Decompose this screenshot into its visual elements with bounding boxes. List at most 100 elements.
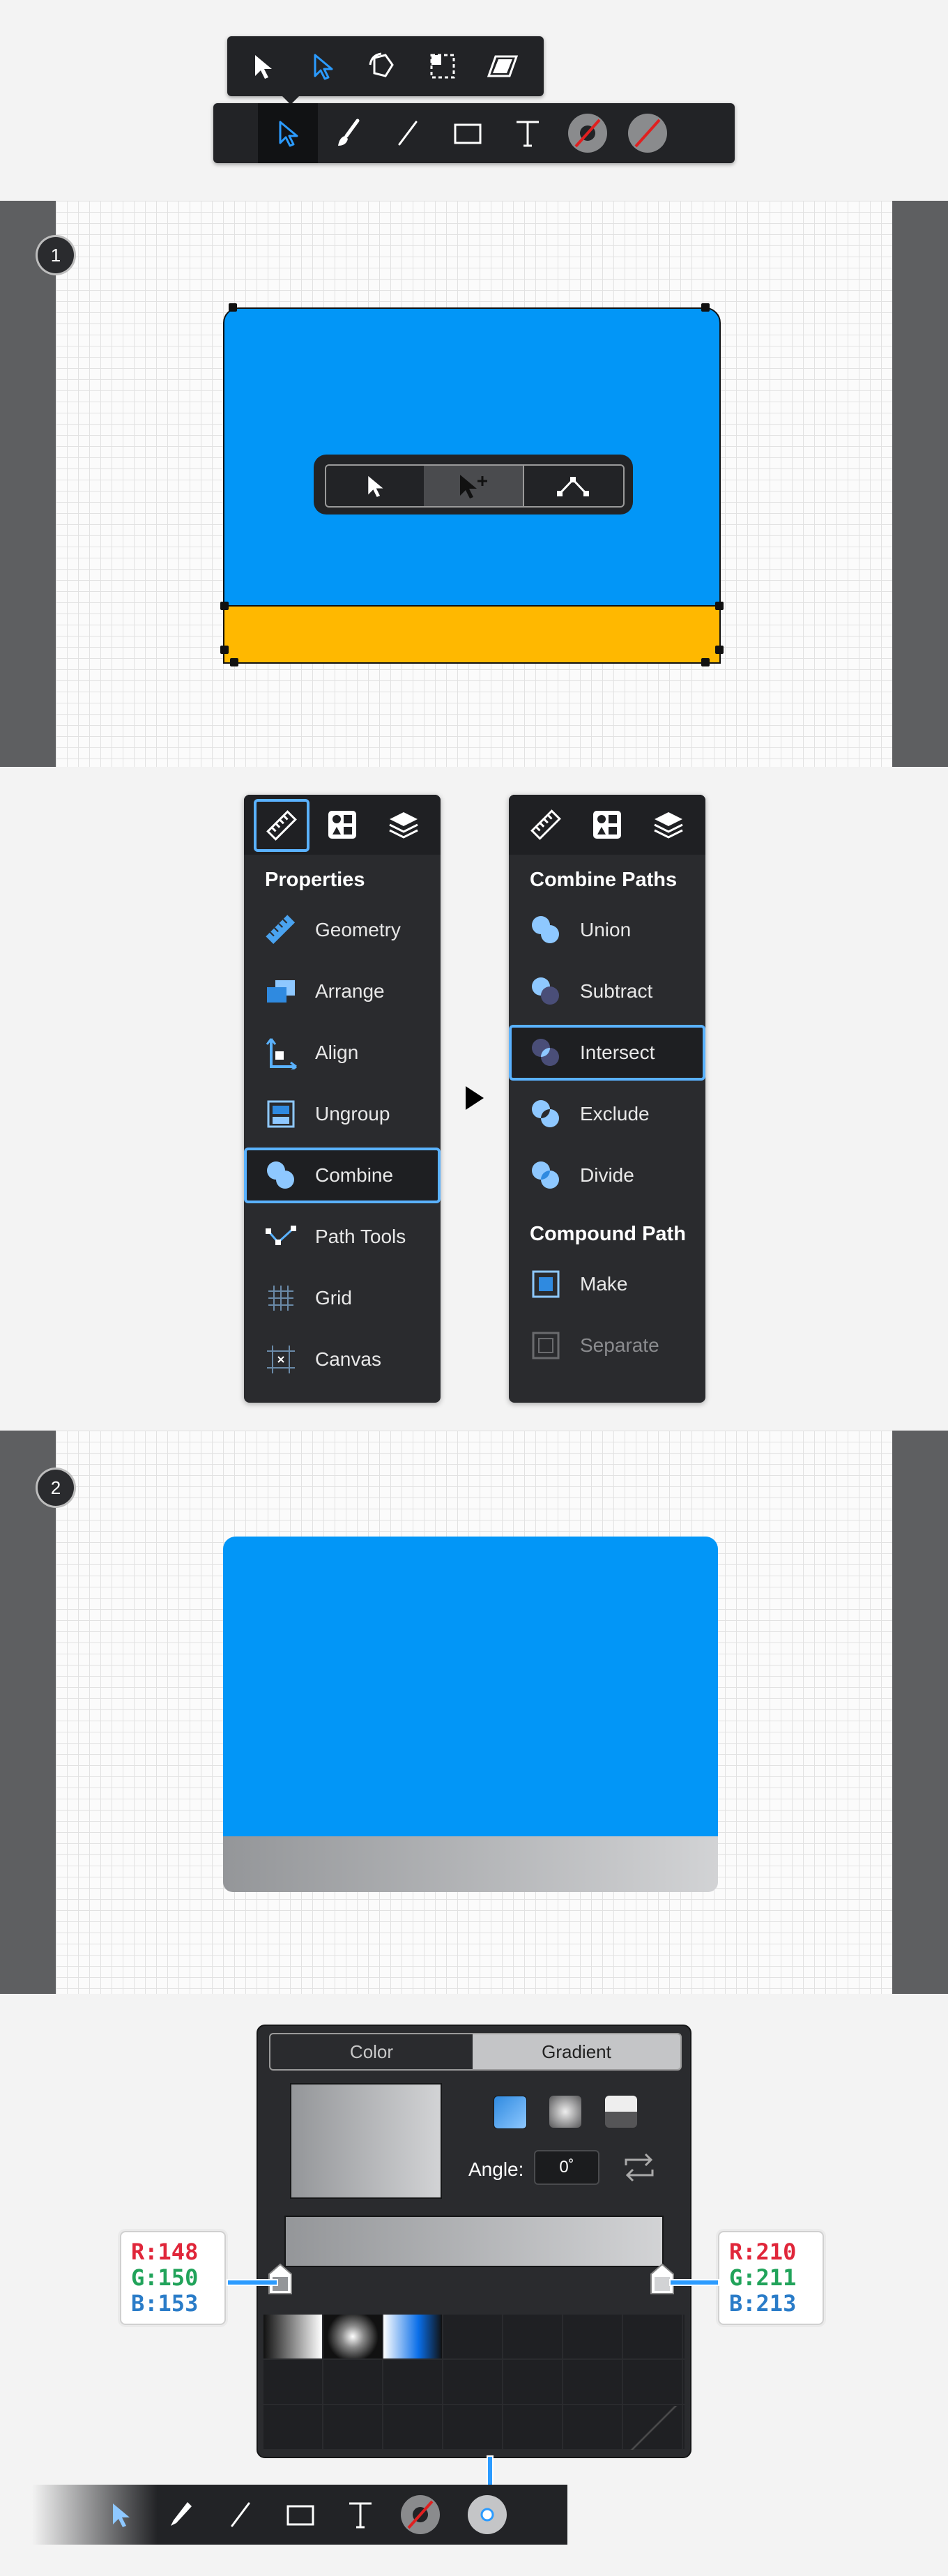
- align-icon: [261, 1032, 301, 1073]
- menu-item-combine[interactable]: Combine: [244, 1148, 441, 1203]
- left-stop-values: R:148 G:150 B:153: [120, 2231, 226, 2325]
- yellow-rectangle[interactable]: [223, 605, 721, 664]
- divide-icon: [526, 1155, 566, 1196]
- layers-icon[interactable]: [641, 800, 696, 849]
- menu-item-align[interactable]: Align: [244, 1025, 441, 1081]
- menu-item-arrange[interactable]: Arrange: [244, 963, 441, 1019]
- gradient-shape[interactable]: [223, 1836, 718, 1892]
- ruler-icon[interactable]: [519, 800, 573, 849]
- line-icon[interactable]: [211, 2485, 270, 2545]
- menu-item-union[interactable]: Union: [509, 902, 705, 958]
- selection-handle[interactable]: [701, 658, 710, 666]
- selection-handle[interactable]: [715, 602, 724, 610]
- red-value: R:148: [131, 2239, 199, 2265]
- path-node-icon[interactable]: [524, 466, 622, 506]
- compound-make-icon: [526, 1264, 566, 1304]
- fill-color-icon[interactable]: [618, 103, 678, 163]
- selection-handle[interactable]: [229, 303, 237, 312]
- grid-icon: [261, 1278, 301, 1318]
- blue-value: B:153: [131, 2290, 199, 2317]
- panel-title: Combine Paths: [530, 869, 678, 891]
- swatch-empty[interactable]: [625, 2406, 683, 2450]
- direct-select-icon[interactable]: [293, 36, 353, 96]
- menu-item-canvas[interactable]: Canvas: [244, 1332, 441, 1387]
- selection-handle[interactable]: [220, 602, 229, 610]
- direct-select-icon[interactable]: [91, 2485, 151, 2545]
- gradient-slider[interactable]: [284, 2216, 664, 2267]
- menu-item-make[interactable]: Make: [509, 1256, 705, 1312]
- layers-icon[interactable]: [376, 800, 431, 849]
- stroke-color-icon[interactable]: [390, 2485, 450, 2545]
- swatch-linear-gray[interactable]: [263, 2315, 322, 2358]
- swap-icon[interactable]: [620, 2151, 658, 2187]
- select-icon[interactable]: [233, 36, 293, 96]
- direct-select-icon[interactable]: [258, 103, 318, 163]
- ruler-icon[interactable]: [254, 799, 309, 852]
- canvas-step-1[interactable]: 1: [0, 201, 948, 767]
- green-value: G:211: [729, 2264, 797, 2291]
- intersect-icon: [526, 1032, 566, 1073]
- marquee-select-icon[interactable]: [413, 36, 473, 96]
- selection-handle[interactable]: [220, 646, 229, 654]
- tab-gradient[interactable]: Gradient: [473, 2034, 680, 2069]
- line-icon[interactable]: [378, 103, 438, 163]
- sub-toolbar: [227, 36, 544, 96]
- swatch-radial[interactable]: [323, 2315, 382, 2358]
- menu-item-divide[interactable]: Divide: [509, 1148, 705, 1203]
- text-icon[interactable]: [498, 103, 558, 163]
- linear-gradient-icon[interactable]: [494, 2096, 527, 2129]
- angle-gradient-icon[interactable]: [605, 2096, 637, 2128]
- menu-item-grid[interactable]: Grid: [244, 1270, 441, 1326]
- blue-shape[interactable]: [223, 1537, 718, 1836]
- shapes-icon[interactable]: [580, 800, 634, 849]
- transform-icon[interactable]: [353, 36, 413, 96]
- canvas-icon: [261, 1339, 301, 1380]
- arrange-icon: [261, 971, 301, 1012]
- menu-item-subtract[interactable]: Subtract: [509, 963, 705, 1019]
- picker-tabs: Color Gradient: [269, 2033, 682, 2071]
- angle-input[interactable]: 0˚: [534, 2150, 599, 2185]
- compound-separate-icon: [526, 1325, 566, 1366]
- menu-item-exclude[interactable]: Exclude: [509, 1086, 705, 1142]
- green-value: G:150: [131, 2264, 199, 2291]
- subtract-icon: [526, 971, 566, 1012]
- left-connector: [227, 2279, 278, 2286]
- rectangle-icon[interactable]: [270, 2485, 330, 2545]
- step-badge: 1: [38, 237, 74, 273]
- swatch-linear-blue[interactable]: [383, 2315, 442, 2358]
- selection-handle[interactable]: [701, 303, 710, 312]
- union-icon: [526, 910, 566, 950]
- next-arrow-icon: [466, 1086, 484, 1110]
- menu-item-intersect[interactable]: Intersect: [509, 1025, 705, 1081]
- canvas-right-edge: [892, 201, 948, 767]
- panel-title: Properties: [265, 869, 365, 891]
- shapes-icon[interactable]: [315, 800, 369, 849]
- selection-handle[interactable]: [230, 658, 238, 666]
- brush-icon[interactable]: [318, 103, 378, 163]
- right-stop-values: R:210 G:211 B:213: [718, 2231, 824, 2325]
- fill-color-icon[interactable]: [457, 2485, 517, 2545]
- radial-gradient-icon[interactable]: [549, 2096, 581, 2128]
- menu-item-geometry[interactable]: Geometry: [244, 902, 441, 958]
- bottom-toolbar: [32, 2485, 567, 2545]
- skew-icon[interactable]: [473, 36, 533, 96]
- selection-handle[interactable]: [715, 646, 724, 654]
- text-icon[interactable]: [330, 2485, 390, 2545]
- tab-color[interactable]: Color: [270, 2034, 473, 2069]
- select-icon[interactable]: [326, 466, 424, 506]
- add-select-icon[interactable]: [424, 466, 523, 506]
- canvas-step-2[interactable]: 2: [0, 1431, 948, 1994]
- pen-icon[interactable]: [151, 2485, 211, 2545]
- canvas-left-edge: [0, 1431, 56, 1994]
- menu-item-ungroup[interactable]: Ungroup: [244, 1086, 441, 1142]
- path-tools-icon: [261, 1217, 301, 1257]
- properties-panel: Properties Geometry Arrange Align Ungrou…: [244, 795, 441, 1403]
- selection-mode-toolbar: [314, 455, 633, 515]
- menu-item-path-tools[interactable]: Path Tools: [244, 1209, 441, 1265]
- color-picker-panel: Color Gradient Angle: 0˚: [257, 2025, 691, 2458]
- stroke-color-icon[interactable]: [558, 103, 618, 163]
- blue-value: B:213: [729, 2290, 797, 2317]
- ungroup-icon: [261, 1094, 301, 1134]
- rectangle-icon[interactable]: [438, 103, 498, 163]
- combine-icon: [261, 1155, 301, 1196]
